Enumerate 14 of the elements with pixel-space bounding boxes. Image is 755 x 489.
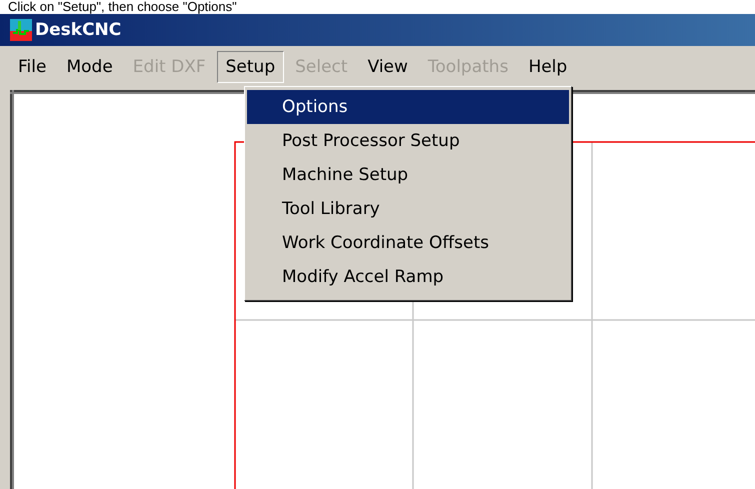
- menu-item[interactable]: Mode: [57, 51, 122, 83]
- menu-item[interactable]: File: [9, 51, 56, 83]
- instruction-text: Click on "Setup", then choose "Options": [7, 0, 237, 14]
- menu-item[interactable]: Machine Setup: [247, 158, 569, 192]
- menu-item[interactable]: Help: [519, 51, 576, 83]
- menu-item[interactable]: Modify Accel Ramp: [247, 260, 569, 294]
- menu-item[interactable]: View: [358, 51, 417, 83]
- app-logo-icon: [10, 19, 32, 41]
- menu-item[interactable]: Post Processor Setup: [247, 124, 569, 158]
- menu-item[interactable]: Options: [247, 90, 569, 124]
- menu-item[interactable]: Tool Library: [247, 192, 569, 226]
- menu-item[interactable]: Work Coordinate Offsets: [247, 226, 569, 260]
- window-title: DeskCNC: [35, 20, 122, 40]
- menu-item[interactable]: Setup: [216, 51, 284, 83]
